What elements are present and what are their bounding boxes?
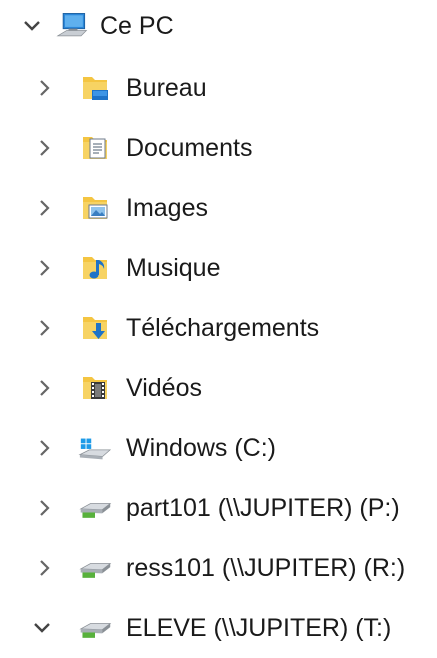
tree-item-label: ress101 (\\JUPITER) (R:)	[126, 554, 406, 582]
tree-item-images[interactable]: Images	[0, 178, 437, 238]
tree-item-bureau[interactable]: Bureau	[0, 58, 437, 118]
downloads-folder-icon	[78, 311, 112, 345]
chevron-right-icon[interactable]	[33, 136, 57, 160]
tree-item-label: ELEVE (\\JUPITER) (T:)	[126, 614, 392, 642]
tree-item-telechargements[interactable]: Téléchargements	[0, 298, 437, 358]
computer-icon	[56, 9, 90, 43]
desktop-folder-icon	[78, 71, 112, 105]
chevron-right-icon[interactable]	[33, 436, 57, 460]
tree-item-label: Ce PC	[100, 12, 174, 40]
chevron-right-icon[interactable]	[33, 376, 57, 400]
tree-item-label: Documents	[126, 134, 253, 162]
tree-item-part101[interactable]: part101 (\\JUPITER) (P:)	[0, 478, 437, 538]
tree-item-videos[interactable]: Vidéos	[0, 358, 437, 418]
music-folder-icon	[78, 251, 112, 285]
tree-item-label: Bureau	[126, 74, 207, 102]
chevron-right-icon[interactable]	[33, 556, 57, 580]
tree-item-label: Windows (C:)	[126, 434, 277, 462]
pictures-folder-icon	[78, 191, 112, 225]
tree-item-musique[interactable]: Musique	[0, 238, 437, 298]
documents-folder-icon	[78, 131, 112, 165]
chevron-right-icon[interactable]	[33, 76, 57, 100]
chevron-right-icon[interactable]	[33, 316, 57, 340]
tree-item-ce-pc[interactable]: Ce PC	[0, 0, 437, 56]
chevron-right-icon[interactable]	[33, 256, 57, 280]
chevron-right-icon[interactable]	[33, 196, 57, 220]
network-drive-icon	[78, 551, 112, 585]
chevron-down-icon[interactable]	[20, 14, 44, 38]
tree-item-eleve[interactable]: ELEVE (\\JUPITER) (T:)	[0, 598, 437, 658]
tree-item-windows-c[interactable]: Windows (C:)	[0, 418, 437, 478]
network-drive-icon	[78, 491, 112, 525]
tree-item-label: Musique	[126, 254, 221, 282]
tree-item-ress101[interactable]: ress101 (\\JUPITER) (R:)	[0, 538, 437, 598]
videos-folder-icon	[78, 371, 112, 405]
tree-item-documents[interactable]: Documents	[0, 118, 437, 178]
tree-item-label: Téléchargements	[126, 314, 320, 342]
network-drive-icon	[78, 611, 112, 645]
tree-item-label: Vidéos	[126, 374, 202, 402]
chevron-right-icon[interactable]	[33, 496, 57, 520]
navigation-tree: Ce PC Bureau Documents Images Musique Té…	[0, 0, 437, 645]
tree-item-label: part101 (\\JUPITER) (P:)	[126, 494, 400, 522]
windows-drive-icon	[78, 431, 112, 465]
tree-item-label: Images	[126, 194, 208, 222]
chevron-down-icon[interactable]	[30, 616, 54, 640]
